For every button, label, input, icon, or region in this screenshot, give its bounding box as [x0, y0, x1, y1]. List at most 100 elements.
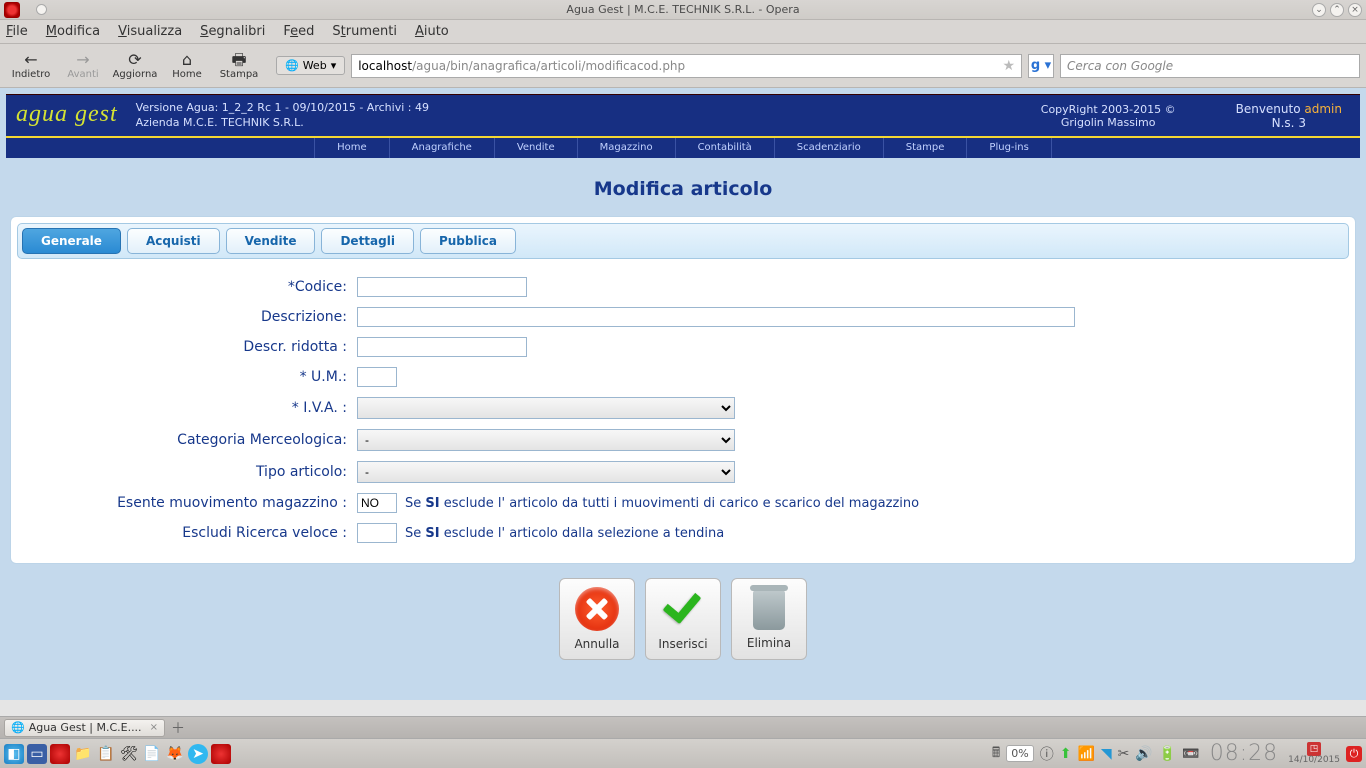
menu-modifica[interactable]: Modifica — [46, 24, 100, 39]
app-nav: Home Anagrafiche Vendite Magazzino Conta… — [6, 136, 1360, 158]
taskbar-icon[interactable]: 📄 — [142, 744, 162, 764]
tray-icon[interactable]: 🖩 — [992, 742, 1000, 766]
telegram-icon[interactable]: ➤ — [188, 744, 208, 764]
minimize-button[interactable]: ⌄ — [1312, 3, 1326, 17]
opera-taskbar-icon[interactable] — [50, 744, 70, 764]
back-button[interactable]: ←Indietro — [6, 46, 56, 86]
window-title: Agua Gest | M.C.E. TECHNIK S.R.L. - Oper… — [566, 3, 799, 16]
titlebar-dot — [36, 4, 47, 15]
taskbar-icon[interactable]: 📁 — [73, 744, 93, 764]
input-um[interactable] — [357, 367, 397, 387]
volume-icon[interactable]: 🔊 — [1135, 746, 1152, 762]
menu-feed[interactable]: Feed — [283, 24, 314, 39]
menu-segnalibri[interactable]: Segnalibri — [200, 24, 265, 39]
tab-dettagli[interactable]: Dettagli — [321, 228, 414, 254]
firefox-icon[interactable]: 🦊 — [165, 744, 185, 764]
label-um: * U.M.: — [27, 369, 357, 385]
input-escludi[interactable] — [357, 523, 397, 543]
help-esente: Se SI esclude l' articolo da tutti i muo… — [405, 496, 919, 511]
label-codice: *Codice: — [27, 279, 357, 295]
tray-corner-icon[interactable]: ◳ — [1307, 742, 1321, 756]
page-viewport: agua gest Versione Agua: 1_2_2 Rc 1 - 09… — [0, 88, 1366, 700]
nav-anagrafiche[interactable]: Anagrafiche — [390, 138, 495, 158]
page-title: Modifica articolo — [6, 178, 1360, 200]
form-body: *Codice: Descrizione: Descr. ridotta : *… — [17, 259, 1349, 557]
app-header: agua gest Versione Agua: 1_2_2 Rc 1 - 09… — [6, 94, 1360, 136]
url-path: /agua/bin/anagrafica/articoli/modificaco… — [412, 59, 685, 73]
welcome-box: Benvenuto admin N.s. 3 — [1236, 102, 1360, 130]
menu-strumenti[interactable]: Strumenti — [332, 24, 397, 39]
opera-icon[interactable] — [211, 744, 231, 764]
start-button[interactable]: ◧ — [4, 744, 24, 764]
insert-button[interactable]: Inserisci — [645, 578, 721, 660]
taskbar-icon[interactable]: 🛠 — [119, 744, 139, 764]
reload-button[interactable]: ⟳Aggiorna — [110, 46, 160, 86]
input-descrizione[interactable] — [357, 307, 1075, 327]
menu-visualizza[interactable]: Visualizza — [118, 24, 182, 39]
label-escludi: Escludi Ricerca veloce : — [27, 525, 357, 541]
tab-close-icon[interactable]: × — [150, 722, 158, 733]
print-button[interactable]: 🖶Stampa — [214, 46, 264, 86]
nav-scadenziario[interactable]: Scadenziario — [775, 138, 884, 158]
tray-icon[interactable]: 📼 — [1182, 746, 1199, 762]
search-input[interactable]: Cerca con Google — [1060, 54, 1360, 78]
select-tipo[interactable]: - — [357, 461, 735, 483]
tray-icon[interactable]: 🔋 — [1159, 746, 1176, 762]
tab-generale[interactable]: Generale — [22, 228, 121, 254]
select-categoria[interactable]: - — [357, 429, 735, 451]
power-icon[interactable]: ⏻ — [1346, 746, 1362, 762]
nav-plugins[interactable]: Plug-ins — [967, 138, 1051, 158]
browser-tabstrip: 🌐 Agua Gest | M.C.E.... × ＋ — [0, 716, 1366, 738]
maximize-button[interactable]: ⌃ — [1330, 3, 1344, 17]
home-button[interactable]: ⌂Home — [162, 46, 212, 86]
nav-magazzino[interactable]: Magazzino — [578, 138, 676, 158]
input-esente[interactable] — [357, 493, 397, 513]
address-bar[interactable]: localhost/agua/bin/anagrafica/articoli/m… — [351, 54, 1022, 78]
delete-button[interactable]: Elimina — [731, 578, 807, 660]
forward-button[interactable]: →Avanti — [58, 46, 108, 86]
cancel-button[interactable]: Annulla — [559, 578, 635, 660]
bookmark-star-icon[interactable]: ★ — [1002, 58, 1015, 74]
nav-vendite[interactable]: Vendite — [495, 138, 578, 158]
web-chip[interactable]: Web ▾ — [276, 56, 345, 75]
google-search-icon[interactable]: g ▾ — [1028, 54, 1054, 78]
tray-icon[interactable]: ⓘ — [1040, 744, 1054, 764]
nav-home[interactable]: Home — [314, 138, 390, 158]
nav-contabilita[interactable]: Contabilità — [676, 138, 775, 158]
browser-tab[interactable]: 🌐 Agua Gest | M.C.E.... × — [4, 719, 165, 737]
taskbar-icon[interactable]: 📋 — [96, 744, 116, 764]
browser-menubar: File Modifica Visualizza Segnalibri Feed… — [0, 20, 1366, 44]
app-info: Versione Agua: 1_2_2 Rc 1 - 09/10/2015 -… — [136, 101, 429, 130]
opera-icon — [4, 2, 20, 18]
tray-icon[interactable]: ◥ — [1101, 746, 1112, 762]
tab-acquisti[interactable]: Acquisti — [127, 228, 220, 254]
menu-file[interactable]: File — [6, 24, 28, 39]
browser-toolbar: ←Indietro →Avanti ⟳Aggiorna ⌂Home 🖶Stamp… — [0, 44, 1366, 88]
label-iva: * I.V.A. : — [27, 400, 357, 416]
select-iva[interactable] — [357, 397, 735, 419]
battery-indicator[interactable]: 0% — [1006, 745, 1033, 762]
system-tray: 🖩 0% ⓘ ⬆ 📶 ◥ ✂ 🔊 🔋 📼 08:28 ◳ 14/10/2015 … — [992, 741, 1362, 766]
taskbar-app-icon[interactable]: ▭ — [27, 744, 47, 764]
clock[interactable]: 08:28 — [1210, 741, 1278, 766]
url-host: localhost — [358, 59, 412, 73]
close-button[interactable]: × — [1348, 3, 1362, 17]
trash-icon — [753, 590, 785, 630]
tab-vendite[interactable]: Vendite — [226, 228, 316, 254]
input-descr-ridotta[interactable] — [357, 337, 527, 357]
help-escludi: Se SI esclude l' articolo dalla selezion… — [405, 526, 724, 541]
nav-stampe[interactable]: Stampe — [884, 138, 968, 158]
favicon-icon: 🌐 — [11, 721, 25, 734]
date: 14/10/2015 — [1288, 756, 1340, 765]
input-codice[interactable] — [357, 277, 527, 297]
current-user: admin — [1304, 102, 1342, 116]
tab-pubblica[interactable]: Pubblica — [420, 228, 516, 254]
label-esente: Esente muovimento magazzino : — [27, 495, 357, 511]
browser-tab-label: Agua Gest | M.C.E.... — [29, 721, 142, 734]
wifi-icon[interactable]: 📶 — [1077, 746, 1094, 762]
tray-icon[interactable]: ⬆ — [1060, 746, 1072, 762]
new-tab-button[interactable]: ＋ — [171, 718, 185, 738]
tray-icon[interactable]: ✂ — [1118, 746, 1130, 762]
menu-aiuto[interactable]: Aiuto — [415, 24, 449, 39]
copyright: CopyRight 2003-2015 © Grigolin Massimo — [1041, 103, 1236, 129]
